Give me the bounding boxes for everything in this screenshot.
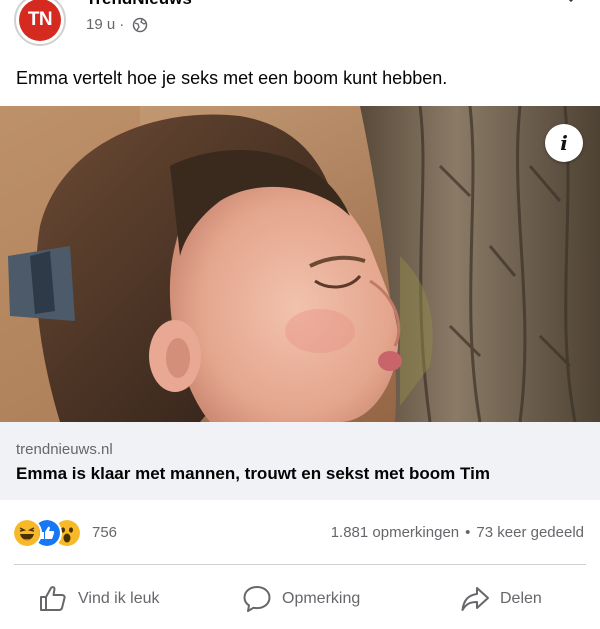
link-preview[interactable]: [0, 422, 600, 500]
avatar-logo: TN: [19, 0, 61, 41]
like-button[interactable]: Vind ik leuk: [38, 580, 160, 618]
post-time[interactable]: 19 u: [86, 16, 115, 33]
close-icon[interactable]: [558, 0, 584, 12]
post-caption: Emma vertelt hoe je seks met een boom ku…: [16, 68, 448, 88]
share-count[interactable]: 73 keer gedeeld: [476, 524, 584, 541]
reactions-summary[interactable]: [12, 518, 92, 548]
like-label: Vind ik leuk: [78, 590, 160, 607]
comment-bubble-icon: [243, 586, 271, 612]
thumbs-up-icon: [40, 586, 66, 611]
divider: [14, 564, 586, 565]
haha-reaction-icon: [12, 518, 42, 548]
more-options-icon[interactable]: [488, 0, 520, 4]
post-meta: 19 u ·: [86, 16, 148, 33]
info-icon[interactable]: i: [545, 124, 583, 162]
comment-label: Opmerking: [282, 590, 361, 607]
reaction-count[interactable]: 756: [92, 524, 117, 541]
comment-count[interactable]: 1.881 opmerkingen: [331, 524, 459, 541]
share-label: Delen: [500, 590, 542, 607]
share-arrow-icon: [461, 587, 489, 611]
post-stats: 1.881 opmerkingen • 73 keer gedeeld: [331, 524, 584, 541]
post-image[interactable]: [0, 106, 600, 422]
comment-button[interactable]: Opmerking: [242, 580, 360, 618]
page-avatar[interactable]: TN: [14, 0, 66, 46]
share-button[interactable]: Delen: [460, 580, 542, 618]
stats-dot: •: [465, 524, 471, 541]
link-domain: trendnieuws.nl: [16, 441, 113, 458]
meta-separator: ·: [119, 16, 125, 33]
post-header: TN TrendNieuws 19 u ·: [0, 0, 600, 60]
page-name[interactable]: TrendNieuws: [86, 0, 192, 9]
link-title[interactable]: Emma is klaar met mannen, trouwt en seks…: [16, 464, 490, 484]
globe-icon: [132, 17, 148, 32]
